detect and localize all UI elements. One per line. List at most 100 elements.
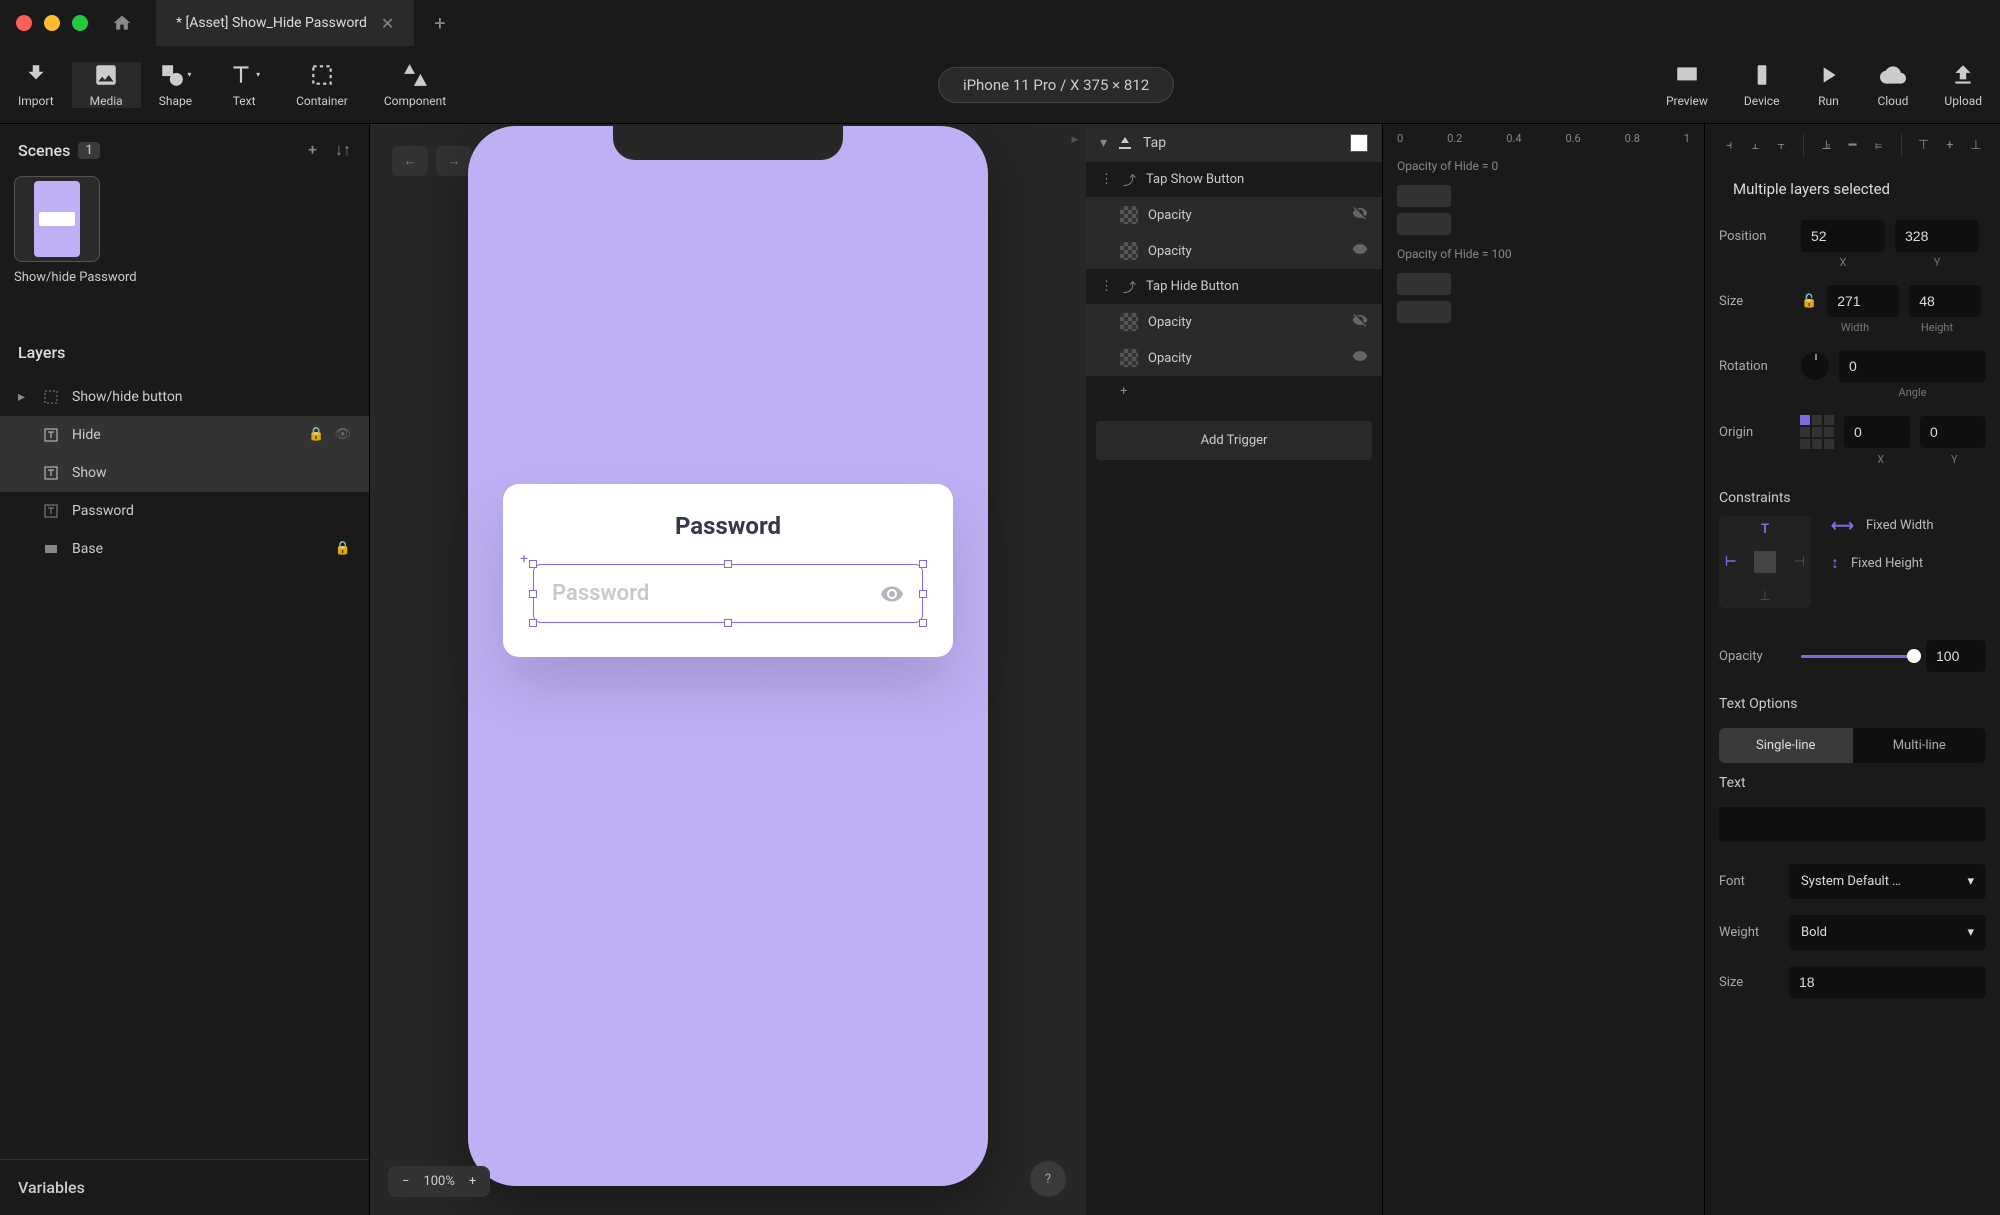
distribute-icon[interactable]: ⊥ [1966,134,1986,156]
shape-tool[interactable]: ▾ Shape [141,62,210,108]
password-field[interactable]: + Password [533,564,923,623]
text-content-input[interactable] [1719,807,1986,842]
panel-collapse-icon[interactable]: ▸ [1071,132,1078,147]
timeline-ruler[interactable]: 0 0.2 0.4 0.6 0.8 1 [1383,124,1704,153]
action-tap-hide[interactable]: ⋮ ⤴ Tap Hide Button [1086,269,1382,304]
visible-icon[interactable] [1352,348,1368,368]
height-input[interactable] [1909,285,1981,317]
add-tab-button[interactable]: + [414,0,465,46]
selection-handle[interactable] [724,619,732,627]
action-opacity[interactable]: Opacity [1086,233,1382,269]
nav-back-button[interactable]: ← [392,146,428,176]
action-tap-show[interactable]: ⋮ ⤴ Tap Show Button [1086,162,1382,197]
lock-icon[interactable]: 🔒 [308,427,324,442]
weight-select[interactable]: Bold▾ [1789,915,1986,950]
device-button[interactable]: Device [1726,62,1798,108]
position-y-input[interactable] [1895,220,1979,252]
preview-button[interactable]: Preview [1648,62,1726,108]
opacity-slider[interactable] [1801,655,1914,658]
selection-handle[interactable] [919,560,927,568]
caret-icon[interactable]: ▾ [1100,135,1107,151]
lock-aspect-icon[interactable]: 🔓 [1801,294,1817,309]
align-bottom-icon[interactable]: ⫢ [1869,134,1889,156]
selection-handle[interactable] [919,619,927,627]
hidden-icon[interactable] [1352,205,1368,225]
selection-handle[interactable] [919,590,927,598]
zoom-in-button[interactable]: + [469,1174,476,1189]
distribute-h-icon[interactable]: ⊤ [1914,134,1934,156]
align-top-icon[interactable]: ⫡ [1816,134,1836,156]
selection-handle[interactable] [529,619,537,627]
add-trigger-button[interactable]: Add Trigger [1096,421,1372,460]
distribute-v-icon[interactable]: + [1940,134,1960,156]
align-left-icon[interactable]: ⫞ [1719,134,1739,156]
multi-line-option[interactable]: Multi-line [1853,728,1987,763]
font-select[interactable]: System Default …▾ [1789,864,1986,899]
timeline-bar[interactable] [1397,213,1451,235]
zoom-out-button[interactable]: − [402,1174,409,1189]
caret-icon[interactable]: ▸ [18,389,30,405]
timeline-bar[interactable] [1397,185,1451,207]
scene-item[interactable]: Show/hide Password [14,176,137,287]
variables-header[interactable]: Variables [0,1159,369,1215]
action-opacity[interactable]: Opacity [1086,197,1382,233]
hidden-icon[interactable] [1352,312,1368,332]
align-right-icon[interactable]: ⫟ [1771,134,1791,156]
opacity-input[interactable] [1926,640,1986,672]
origin-grid[interactable] [1800,415,1834,449]
constraints-grid[interactable]: T ⊢ ⊣ ⊥ [1719,516,1811,608]
maximize-window-button[interactable] [72,15,88,31]
visibility-icon[interactable]: 👁 [334,427,351,442]
minimize-window-button[interactable] [44,15,60,31]
selection-handle[interactable] [529,590,537,598]
position-x-input[interactable] [1801,220,1885,252]
rotation-knob[interactable] [1801,352,1829,380]
origin-y-input[interactable] [1920,416,1986,448]
layer-row-hide[interactable]: Hide 🔒 👁 [0,416,369,454]
device-selector[interactable]: iPhone 11 Pro / X 375 × 812 [938,67,1174,103]
upload-button[interactable]: Upload [1926,62,2000,108]
single-line-option[interactable]: Single-line [1719,728,1853,763]
add-scene-button[interactable]: + [308,140,317,160]
align-center-icon[interactable]: ⫠ [1745,134,1765,156]
media-tool[interactable]: Media [72,62,141,108]
help-button[interactable]: ? [1030,1161,1066,1197]
trigger-color-swatch[interactable] [1350,134,1368,152]
run-button[interactable]: Run [1797,62,1859,108]
trigger-tap[interactable]: ▾ Tap [1086,124,1382,162]
fixed-width-toggle[interactable]: ⟷Fixed Width [1831,516,1934,535]
font-size-input[interactable] [1789,966,1986,998]
timeline-bar[interactable] [1397,301,1451,323]
layer-row-showhide-button[interactable]: ▸ Show/hide button [0,378,369,416]
origin-x-input[interactable] [1844,416,1910,448]
component-tool[interactable]: Component [366,62,464,108]
home-icon[interactable] [112,13,132,33]
visible-icon[interactable] [1352,241,1368,261]
width-input[interactable] [1827,285,1899,317]
selection-handle[interactable] [529,560,537,568]
close-tab-icon[interactable]: ✕ [381,14,394,33]
import-tool[interactable]: Import [0,62,72,108]
align-middle-icon[interactable]: ━ [1842,134,1862,156]
action-opacity[interactable]: Opacity [1086,340,1382,376]
rotation-input[interactable] [1839,350,1986,382]
layer-row-base[interactable]: Base 🔒 [0,530,369,568]
add-action-button[interactable]: + [1086,376,1382,407]
layer-row-show[interactable]: Show [0,454,369,492]
nav-forward-button[interactable]: → [436,146,472,176]
container-tool[interactable]: Container [278,62,366,108]
canvas[interactable]: ← → ▸ Password + Password [370,124,1086,1215]
action-opacity[interactable]: Opacity [1086,304,1382,340]
fixed-height-toggle[interactable]: ↕Fixed Height [1831,553,1934,573]
layer-row-password[interactable]: Password [0,492,369,530]
cloud-button[interactable]: Cloud [1859,62,1926,108]
timeline-bar[interactable] [1397,273,1451,295]
selection-handle[interactable] [724,560,732,568]
eye-icon[interactable] [880,582,904,606]
document-tab[interactable]: * [Asset] Show_Hide Password ✕ [156,0,414,46]
scene-sort-button[interactable]: ↓↑ [335,140,351,160]
text-tool[interactable]: ▾ Text [210,62,278,108]
lock-icon[interactable]: 🔒 [335,541,351,556]
text-mode-segment[interactable]: Single-line Multi-line [1719,728,1986,763]
close-window-button[interactable] [16,15,32,31]
